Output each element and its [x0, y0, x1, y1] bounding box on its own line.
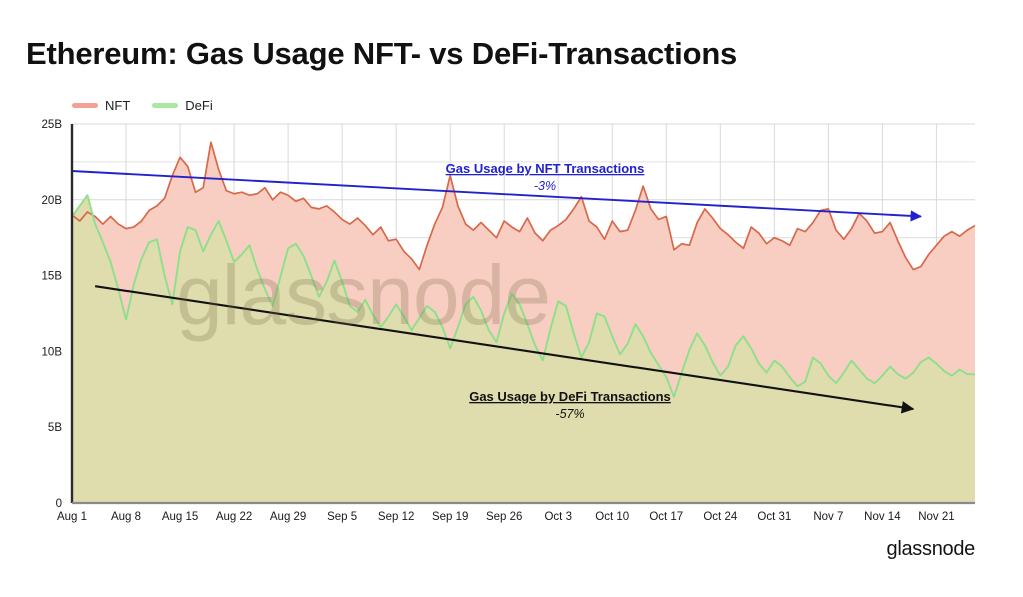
- x-axis-tick-label: Nov 7: [813, 511, 843, 523]
- annotation-title-defi: Gas Usage by DeFi Transactions: [469, 389, 671, 404]
- chart-plot-area: 0 5B 10B 15B 20B 25B Aug 1 Aug 8 Aug 15 Aug 22 Aug…: [0, 0, 1023, 597]
- y-axis-tick-label: 15B: [42, 271, 63, 283]
- y-axis-tick-label: 5B: [48, 422, 62, 434]
- x-axis-tick-label: Aug 15: [162, 511, 198, 523]
- x-axis-tick-label: Oct 17: [649, 511, 683, 523]
- x-axis-tick-label: Sep 12: [378, 511, 414, 523]
- x-axis-tick-label: Aug 22: [216, 511, 252, 523]
- y-axis-tick-label: 25B: [42, 119, 63, 131]
- y-axis-tick-label: 0: [56, 498, 62, 510]
- x-axis-tick-label: Sep 26: [486, 511, 522, 523]
- chart-svg: 0 5B 10B 15B 20B 25B Aug 1 Aug 8 Aug 15 Aug 22 Aug…: [42, 119, 976, 523]
- x-axis-tick-label: Aug 1: [57, 511, 87, 523]
- chart-page: Ethereum: Gas Usage NFT- vs DeFi-Transac…: [0, 0, 1023, 597]
- x-axis-tick-label: Oct 31: [757, 511, 791, 523]
- annotation-title-nft: Gas Usage by NFT Transactions: [446, 161, 645, 176]
- annotation-change-defi: -57%: [555, 407, 584, 421]
- x-axis-tick-label: Nov 14: [864, 511, 901, 523]
- x-axis-tick-label: Oct 10: [595, 511, 629, 523]
- x-axis-tick-label: Sep 19: [432, 511, 468, 523]
- y-axis-tick-label: 20B: [42, 195, 63, 207]
- x-axis-tick-label: Aug 8: [111, 511, 141, 523]
- y-axis-tick-label: 10B: [42, 346, 63, 358]
- glassnode-logo: glassnode: [886, 538, 976, 560]
- x-axis-tick-label: Aug 29: [270, 511, 306, 523]
- x-axis-tick-label: Sep 5: [327, 511, 357, 523]
- annotation-change-nft: -3%: [534, 179, 556, 193]
- x-axis-tick-label: Oct 24: [703, 511, 737, 523]
- x-axis-tick-label: Nov 21: [918, 511, 954, 523]
- x-axis-tick-label: Oct 3: [544, 511, 571, 523]
